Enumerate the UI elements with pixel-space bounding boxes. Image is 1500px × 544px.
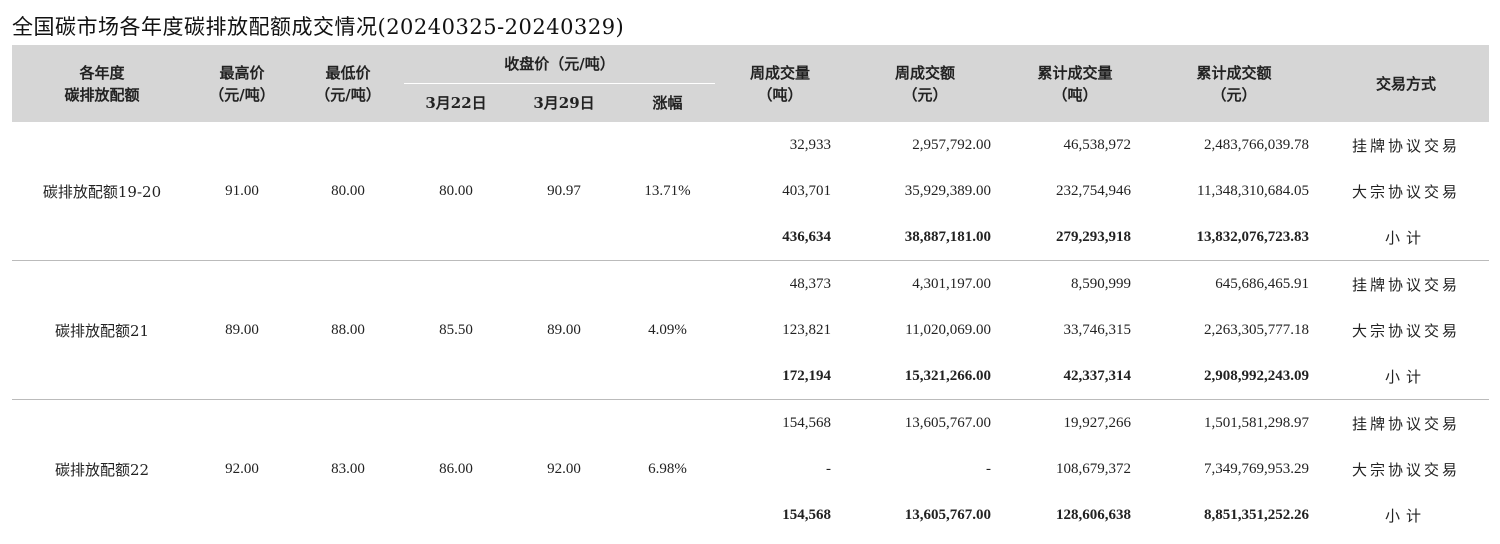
week-amount-cell: 13,605,767.00	[904, 414, 991, 431]
change-cell: 6.98%	[648, 460, 687, 477]
week-volume-cell: 123,821	[782, 321, 831, 338]
week-amount-cell: 38,887,181.00	[845, 214, 1005, 261]
trade-method-cell: 挂牌协议交易	[1351, 275, 1460, 294]
week-volume-cell: 48,373	[789, 275, 831, 292]
page-title: 全国碳市场各年度碳排放配额成交情况(20240325-20240329)	[12, 15, 625, 39]
cum-volume-cell: 33,746,315	[1063, 321, 1132, 338]
table-row: 碳排放配额22 92.00 83.00 86.00 92.00 6.98% 154,568 1…	[12, 400, 1489, 479]
trade-method-cell: 小计	[1323, 353, 1489, 400]
high-price-cell: 91.00	[192, 122, 292, 261]
header-low-price: 最低价 （元/吨）	[292, 45, 404, 122]
cum-volume-cell: 8,590,999	[1071, 275, 1131, 292]
allowance-name-cell: 碳排放配额22	[54, 460, 150, 479]
week-volume-cell: 403,701	[782, 182, 831, 199]
trade-method-cell: 小计	[1323, 214, 1489, 261]
low-price-cell: 88.00	[292, 260, 404, 400]
week-amount-cell: 13,605,767.00	[904, 506, 991, 523]
cum-amount-cell: 645,686,465.91	[1215, 275, 1309, 292]
close-curr-cell: 89.00	[508, 260, 620, 400]
table-row: 碳排放配额21 89.00 88.00 85.50 89.00 4.09% 48,373 4,…	[12, 260, 1489, 400]
trade-method-cell: 大宗协议交易	[1351, 321, 1460, 340]
header-change: 涨幅	[620, 83, 715, 122]
allowance-name-cell: 碳排放配额19-20	[12, 122, 192, 261]
week-volume-cell: 436,634	[715, 214, 845, 261]
header-trade-method: 交易方式	[1323, 45, 1489, 122]
week-volume-cell: 154,568	[782, 506, 831, 523]
cum-amount-cell: 8,851,351,252.26	[1204, 506, 1309, 523]
change-cell: 4.09%	[620, 260, 715, 400]
cum-amount-cell: 1,501,581,298.97	[1204, 414, 1309, 431]
cum-amount-cell: 13,832,076,723.83	[1145, 214, 1323, 261]
week-amount-cell: 15,321,266.00	[845, 353, 1005, 400]
week-amount-cell: 11,020,069.00	[905, 321, 991, 338]
low-price-cell: 80.00	[292, 122, 404, 261]
close-prev-cell: 86.00	[439, 460, 473, 477]
header-close-price: 收盘价（元/吨）	[404, 45, 715, 84]
week-volume-cell: 32,933	[789, 136, 831, 153]
cum-volume-cell: 128,606,638	[1056, 506, 1131, 523]
cum-volume-cell: 232,754,946	[1056, 182, 1131, 199]
change-cell: 13.71%	[620, 122, 715, 261]
cum-volume-cell: 42,337,314	[1005, 353, 1145, 400]
week-volume-cell: -	[826, 460, 831, 477]
table-row: 碳排放配额19-20 91.00 80.00 80.00 90.97 13.71% 32,9…	[12, 122, 1489, 261]
header-close-prev: 3月22日	[404, 83, 508, 122]
header-cum-amount: 累计成交额 （元）	[1145, 45, 1323, 122]
high-price-cell: 89.00	[192, 260, 292, 400]
low-price-cell: 83.00	[331, 460, 365, 477]
week-amount-cell: 35,929,389.00	[904, 182, 991, 199]
header-week-volume: 周成交量 （吨）	[715, 45, 845, 122]
cum-amount-cell: 2,483,766,039.78	[1204, 136, 1309, 153]
close-curr-cell: 92.00	[547, 460, 581, 477]
week-amount-cell: -	[986, 460, 991, 477]
week-amount-cell: 4,301,197.00	[912, 275, 991, 292]
carbon-trading-table: 各年度 碳排放配额 最高价 （元/吨） 最低价 （元/吨） 收盘价（元/吨） 周成交量…	[12, 45, 1489, 538]
header-close-curr: 3月29日	[508, 83, 620, 122]
cum-volume-cell: 19,927,266	[1063, 414, 1132, 431]
trade-method-cell: 大宗协议交易	[1351, 182, 1460, 201]
week-volume-cell: 172,194	[715, 353, 845, 400]
cum-amount-cell: 2,908,992,243.09	[1145, 353, 1323, 400]
header-allowance: 各年度 碳排放配额	[12, 45, 192, 122]
trade-method-cell: 挂牌协议交易	[1351, 414, 1460, 433]
trade-method-cell: 大宗协议交易	[1351, 460, 1460, 479]
cum-volume-cell: 46,538,972	[1063, 136, 1132, 153]
high-price-cell: 92.00	[225, 460, 259, 477]
close-prev-cell: 85.50	[404, 260, 508, 400]
header-high-price: 最高价 （元/吨）	[192, 45, 292, 122]
header-week-amount: 周成交额 （元）	[845, 45, 1005, 122]
trade-method-cell: 小计	[1384, 506, 1427, 525]
cum-volume-cell: 279,293,918	[1005, 214, 1145, 261]
trade-method-cell: 挂牌协议交易	[1351, 136, 1460, 155]
allowance-name-cell: 碳排放配额21	[12, 260, 192, 400]
week-amount-cell: 2,957,792.00	[912, 136, 991, 153]
cum-volume-cell: 108,679,372	[1056, 460, 1131, 477]
cum-amount-cell: 11,348,310,684.05	[1197, 182, 1309, 199]
close-prev-cell: 80.00	[404, 122, 508, 261]
week-volume-cell: 154,568	[782, 414, 831, 431]
close-curr-cell: 90.97	[508, 122, 620, 261]
cum-amount-cell: 7,349,769,953.29	[1204, 460, 1309, 477]
cum-amount-cell: 2,263,305,777.18	[1204, 321, 1309, 338]
header-cum-volume: 累计成交量 （吨）	[1005, 45, 1145, 122]
